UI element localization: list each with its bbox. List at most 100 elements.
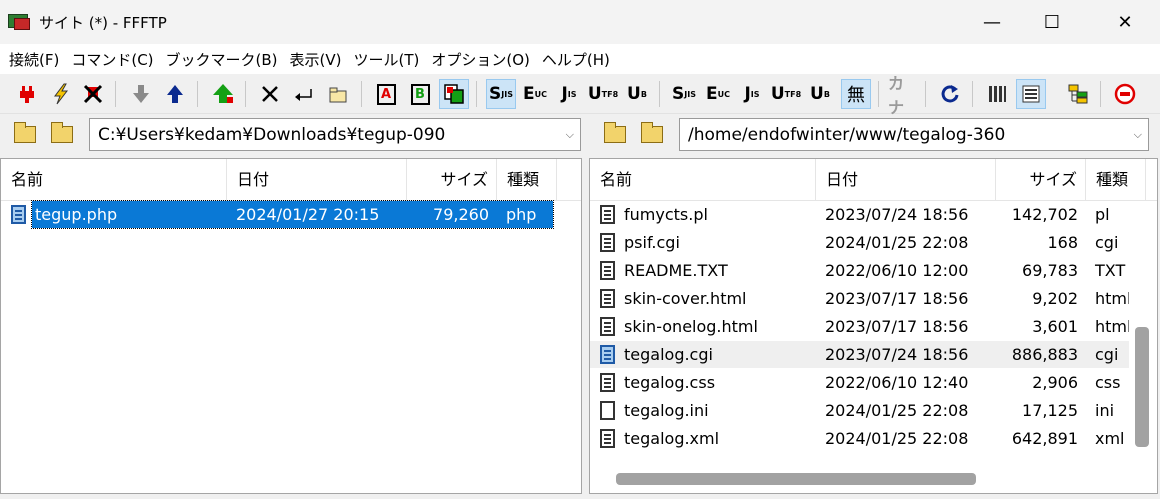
- binary-mode-button[interactable]: B: [405, 79, 435, 109]
- table-row[interactable]: skin-cover.html 2023/07/17 18:56 9,202 h…: [590, 285, 1131, 312]
- utf8bom-icon: U: [627, 84, 641, 104]
- remote-utf8bom-button[interactable]: UB: [805, 79, 835, 109]
- column-header-name[interactable]: 名前: [1, 159, 227, 201]
- local-parent-folder-button[interactable]: [12, 121, 38, 146]
- kana-conversion-button[interactable]: カナ: [888, 74, 918, 117]
- remote-utf8-button[interactable]: U TF8: [771, 79, 801, 109]
- file-name: psif.cgi: [624, 233, 680, 252]
- close-button[interactable]: ✕: [1095, 0, 1155, 44]
- maximize-button[interactable]: ☐: [1022, 0, 1082, 44]
- delete-button[interactable]: [255, 79, 285, 109]
- file-size: 642,891: [1011, 429, 1078, 448]
- vertical-scroll-thumb[interactable]: [1135, 327, 1149, 447]
- auto-mode-icon: [444, 84, 464, 104]
- rename-button[interactable]: [289, 79, 319, 109]
- file-size: 17,125: [1022, 401, 1078, 420]
- refresh-icon: [941, 85, 959, 103]
- menu-view[interactable]: 表示(V): [285, 49, 347, 70]
- connect-button[interactable]: [12, 79, 42, 109]
- detail-view-button[interactable]: [1016, 79, 1046, 109]
- menu-bookmark[interactable]: ブックマーク(B): [161, 49, 283, 70]
- vertical-scrollbar[interactable]: [1129, 201, 1157, 493]
- menu-options[interactable]: オプション(O): [426, 49, 535, 70]
- horizontal-scrollbar[interactable]: [590, 465, 1157, 493]
- toolbar-separator: [659, 81, 660, 107]
- remote-parent-folder-button[interactable]: [602, 121, 628, 146]
- column-header-size[interactable]: サイズ: [996, 159, 1086, 201]
- toolbar-separator: [115, 81, 116, 107]
- list-view-icon: [989, 86, 1006, 102]
- menu-connect[interactable]: 接続(F): [4, 49, 64, 70]
- column-header-size[interactable]: サイズ: [407, 159, 497, 201]
- local-sjis-button[interactable]: S JIS: [486, 79, 516, 109]
- disconnect-icon: [83, 84, 103, 104]
- arrow-down-icon: [133, 85, 149, 103]
- file-name: tegalog.css: [624, 373, 716, 392]
- column-header-date[interactable]: 日付: [227, 159, 407, 201]
- local-utf8-button[interactable]: U TF8: [588, 79, 618, 109]
- menu-tools[interactable]: ツール(T): [349, 49, 425, 70]
- menu-help[interactable]: ヘルプ(H): [537, 49, 615, 70]
- rename-icon: [295, 89, 312, 101]
- file-date: 2023/07/17 18:56: [825, 317, 969, 336]
- table-row[interactable]: tegalog.ini 2024/01/25 22:08 17,125 ini: [590, 397, 1131, 424]
- column-header-name[interactable]: 名前: [590, 159, 816, 201]
- no-conversion-button[interactable]: 無: [841, 79, 871, 109]
- column-header-type[interactable]: 種類: [497, 159, 557, 201]
- table-row[interactable]: fumycts.pl 2023/07/24 18:56 142,702 pl: [590, 201, 1131, 228]
- file-size: 2,906: [1032, 373, 1078, 392]
- local-utf8bom-button[interactable]: UB: [622, 79, 652, 109]
- local-open-folder-button[interactable]: [49, 121, 75, 146]
- table-row[interactable]: psif.cgi 2024/01/25 22:08 168 cgi: [590, 229, 1131, 256]
- refresh-button[interactable]: [935, 79, 965, 109]
- minimize-icon: —: [983, 11, 1001, 33]
- local-jis-button[interactable]: J IS: [554, 79, 584, 109]
- upload-button[interactable]: [160, 79, 190, 109]
- local-path-input[interactable]: C:¥Users¥kedam¥Downloads¥tegup-090 ⌵: [89, 118, 581, 151]
- local-path-text: C:¥Users¥kedam¥Downloads¥tegup-090: [98, 124, 446, 145]
- toolbar-separator: [878, 81, 879, 107]
- file-date: 2024/01/25 22:08: [825, 429, 969, 448]
- horizontal-scroll-thumb[interactable]: [616, 473, 976, 485]
- file-name: tegalog.xml: [624, 429, 720, 448]
- remote-sjis-button[interactable]: S JIS: [669, 79, 699, 109]
- remote-open-folder-button[interactable]: [639, 121, 665, 146]
- file-type: cgi: [1095, 345, 1119, 364]
- quick-connect-button[interactable]: [46, 79, 76, 109]
- minimize-button[interactable]: —: [962, 0, 1022, 44]
- file-icon: [600, 289, 615, 308]
- binary-mode-icon: B: [410, 83, 430, 105]
- list-view-button[interactable]: [982, 79, 1012, 109]
- menu-command[interactable]: コマンド(C): [66, 49, 158, 70]
- folder-open-icon: [641, 121, 663, 143]
- download-button[interactable]: [126, 79, 156, 109]
- disconnect-button[interactable]: [78, 79, 108, 109]
- tree-view-button[interactable]: [1063, 79, 1093, 109]
- local-euc-button[interactable]: E UC: [520, 79, 550, 109]
- file-name: tegalog.ini: [624, 401, 709, 420]
- folder-open-icon: [51, 121, 73, 143]
- mirror-upload-button[interactable]: [208, 79, 238, 109]
- chevron-down-icon[interactable]: ⌵: [1134, 128, 1142, 142]
- ascii-mode-button[interactable]: A: [371, 79, 401, 109]
- table-row[interactable]: tegup.php 2024/01/27 20:15 79,260 php: [1, 200, 581, 229]
- toolbar-separator: [972, 81, 973, 107]
- table-row[interactable]: tegalog.xml 2024/01/25 22:08 642,891 xml: [590, 425, 1131, 452]
- column-header-type[interactable]: 種類: [1086, 159, 1146, 201]
- remote-path-input[interactable]: /home/endofwinter/www/tegalog-360 ⌵: [679, 118, 1149, 151]
- utf8-icon: U: [770, 84, 785, 104]
- table-row[interactable]: skin-onelog.html 2023/07/17 18:56 3,601 …: [590, 313, 1131, 340]
- close-icon: ✕: [1117, 11, 1133, 33]
- remote-euc-button[interactable]: E UC: [703, 79, 733, 109]
- remote-jis-button[interactable]: J IS: [737, 79, 767, 109]
- chevron-down-icon[interactable]: ⌵: [566, 128, 574, 142]
- stop-button[interactable]: [1110, 79, 1140, 109]
- file-type: xml: [1095, 429, 1125, 448]
- table-row[interactable]: README.TXT 2022/06/10 12:00 69,783 TXT: [590, 257, 1131, 284]
- new-folder-button[interactable]: [323, 79, 353, 109]
- auto-mode-button[interactable]: [439, 79, 469, 109]
- table-row[interactable]: tegalog.cgi 2023/07/24 18:56 886,883 cgi: [590, 341, 1131, 368]
- table-row[interactable]: tegalog.css 2022/06/10 12:40 2,906 css: [590, 369, 1131, 396]
- column-header-date[interactable]: 日付: [816, 159, 996, 201]
- file-type: html: [1095, 317, 1132, 336]
